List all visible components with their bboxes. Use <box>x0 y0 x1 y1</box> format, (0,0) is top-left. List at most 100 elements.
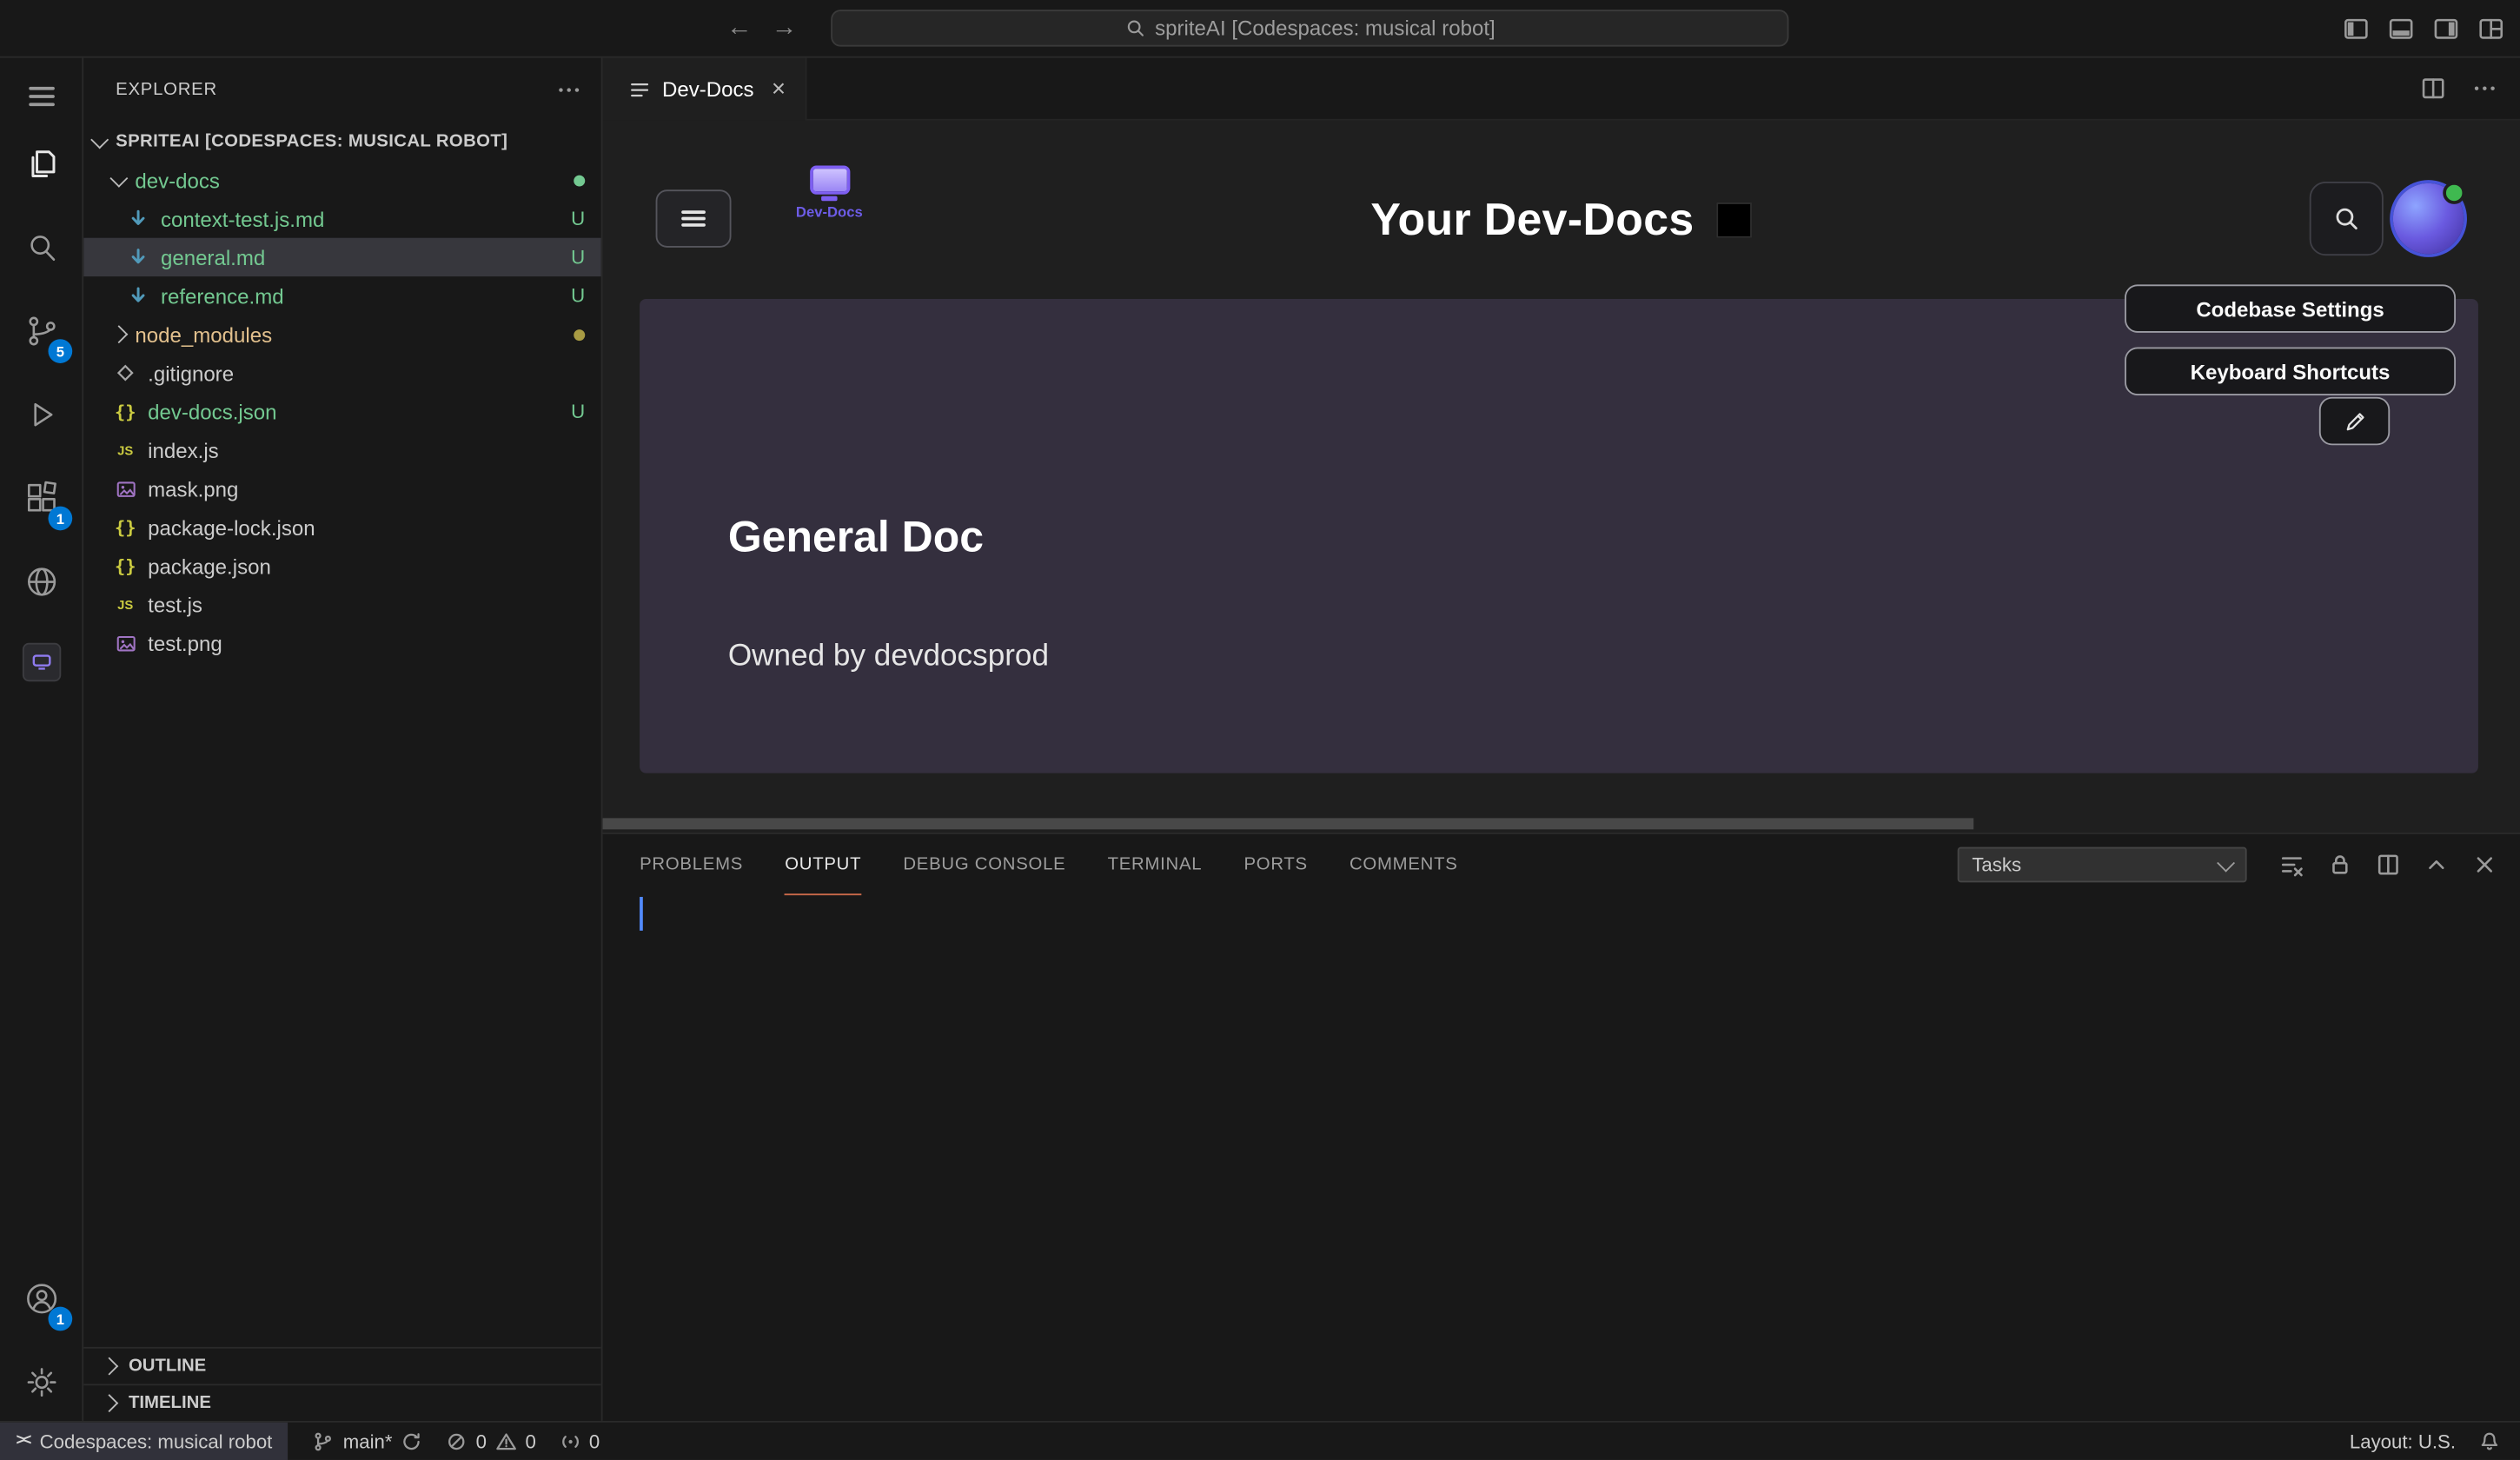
file-dev-docs-json[interactable]: {} dev-docs.json U <box>83 392 601 430</box>
file-index-js[interactable]: JS index.js <box>83 431 601 469</box>
application-menu-button[interactable] <box>0 68 83 126</box>
tab-problems[interactable]: PROBLEMS <box>640 834 743 895</box>
toggle-panel-icon[interactable] <box>2388 16 2414 42</box>
settings-button[interactable] <box>0 1353 83 1411</box>
tab-ports[interactable]: PORTS <box>1243 834 1307 895</box>
accounts-button[interactable]: 1 <box>0 1270 83 1328</box>
tab-dev-docs[interactable]: Dev-Docs × <box>603 58 807 121</box>
file-general-md[interactable]: general.md U <box>83 238 601 276</box>
lock-scroll-icon[interactable] <box>2327 852 2353 878</box>
command-center-text: spriteAI [Codespaces: musical robot] <box>1155 16 1495 40</box>
notifications-button[interactable] <box>2467 1422 2520 1460</box>
git-icon <box>112 360 138 386</box>
close-panel-icon[interactable] <box>2472 852 2498 878</box>
webview-search-button[interactable] <box>2310 182 2384 256</box>
file-context-test-js-md[interactable]: context-test.js.md U <box>83 199 601 237</box>
file-gitignore[interactable]: .gitignore <box>83 354 601 392</box>
problems-status-item[interactable]: 0 0 <box>434 1422 547 1460</box>
devdocs-tab-icon <box>628 78 651 101</box>
sidebar-item-explorer[interactable] <box>0 135 83 193</box>
sidebar-item-devdocs-extension[interactable] <box>0 634 83 692</box>
file-package-json[interactable]: {} package.json <box>83 547 601 585</box>
run-debug-icon <box>23 395 61 434</box>
toggle-sidebar-icon[interactable] <box>2344 16 2370 42</box>
missing-emoji-box <box>1716 202 1752 238</box>
layout-status-item[interactable]: Layout: U.S. <box>2338 1422 2467 1460</box>
git-branch-item[interactable]: main* <box>302 1422 434 1460</box>
remote-indicator[interactable]: >< Codespaces: musical robot <box>0 1422 288 1460</box>
files-icon <box>23 144 61 182</box>
status-bar-right: Layout: U.S. <box>2338 1422 2520 1460</box>
forward-button[interactable]: → <box>772 15 798 43</box>
panel-tab-bar: PROBLEMS OUTPUT DEBUG CONSOLE TERMINAL P… <box>603 834 2520 895</box>
outline-section-header[interactable]: OUTLINE <box>83 1347 601 1384</box>
command-center-search[interactable]: spriteAI [Codespaces: musical robot] <box>831 10 1788 47</box>
sidebar-item-github[interactable] <box>0 553 83 611</box>
more-actions-icon[interactable] <box>2472 76 2498 102</box>
sidebar-item-extensions[interactable]: 1 <box>0 469 83 528</box>
close-tab-icon[interactable]: × <box>772 76 786 103</box>
codebase-settings-button[interactable]: Codebase Settings <box>2125 284 2456 332</box>
git-untracked-badge: U <box>571 284 585 307</box>
tab-terminal[interactable]: TERMINAL <box>1108 834 1203 895</box>
ports-status-item[interactable]: 0 <box>547 1422 611 1460</box>
tab-debug-console[interactable]: DEBUG CONSOLE <box>903 834 1065 895</box>
editor-actions <box>2420 58 2520 119</box>
output-cursor <box>640 897 643 931</box>
chevron-right-icon <box>109 325 128 343</box>
tab-output[interactable]: OUTPUT <box>785 834 861 895</box>
json-icon: {} <box>112 399 138 425</box>
keyboard-shortcuts-button[interactable]: Keyboard Shortcuts <box>2125 347 2456 395</box>
layout-controls <box>2344 0 2504 58</box>
timeline-section-header[interactable]: TIMELINE <box>83 1384 601 1421</box>
online-status-dot <box>2443 182 2465 204</box>
edit-button[interactable] <box>2319 397 2390 445</box>
page-title: Your Dev-Docs <box>1370 195 1694 246</box>
clear-output-icon[interactable] <box>2279 852 2305 878</box>
file-test-js[interactable]: JS test.js <box>83 585 601 623</box>
git-untracked-badge: U <box>571 208 585 230</box>
title-bar: ← → spriteAI [Codespaces: musical robot] <box>0 0 2520 58</box>
doc-owner: Owned by devdocsprod <box>728 640 1049 675</box>
accounts-badge: 1 <box>48 1307 72 1331</box>
doc-title: General Doc <box>728 513 984 562</box>
devdocs-logo-image <box>809 165 849 194</box>
remote-icon: >< <box>16 1432 28 1450</box>
sidebar-item-run-debug[interactable] <box>0 386 83 444</box>
warning-icon <box>494 1430 517 1452</box>
split-editor-icon[interactable] <box>2420 76 2446 102</box>
sidebar-item-source-control[interactable]: 5 <box>0 302 83 361</box>
file-package-lock-json[interactable]: {} package-lock.json <box>83 508 601 546</box>
toggle-secondary-sidebar-icon[interactable] <box>2433 16 2459 42</box>
explorer-title: EXPLORER <box>116 80 217 99</box>
folder-dev-docs[interactable]: dev-docs <box>83 161 601 199</box>
activity-bar: 5 1 1 <box>0 58 83 1421</box>
image-icon <box>112 630 138 656</box>
horizontal-scrollbar[interactable] <box>603 818 1974 829</box>
json-icon: {} <box>112 514 138 541</box>
customize-layout-icon[interactable] <box>2478 16 2504 42</box>
git-untracked-badge: U <box>571 246 585 269</box>
file-mask-png[interactable]: mask.png <box>83 469 601 508</box>
chevron-right-icon <box>100 1357 118 1376</box>
devdocs-webview: General Doc Owned by devdocsprod Dev-Doc… <box>603 121 2520 833</box>
folder-node-modules[interactable]: node_modules <box>83 315 601 354</box>
gear-icon <box>23 1363 61 1401</box>
split-panel-icon[interactable] <box>2376 852 2402 878</box>
bottom-panel: PROBLEMS OUTPUT DEBUG CONSOLE TERMINAL P… <box>603 833 2520 1421</box>
explorer-more-actions-icon[interactable] <box>556 77 582 103</box>
output-channel-select[interactable]: Tasks <box>1958 847 2247 883</box>
image-icon <box>112 475 138 501</box>
tree-root-spriteai[interactable]: SPRITEAI [CODESPACES: MUSICAL ROBOT] <box>83 123 601 161</box>
tab-comments[interactable]: COMMENTS <box>1350 834 1458 895</box>
json-icon: {} <box>112 553 138 579</box>
file-test-png[interactable]: test.png <box>83 624 601 662</box>
chevron-down-icon <box>90 130 109 149</box>
branch-icon <box>313 1430 335 1452</box>
sidebar-item-search[interactable] <box>0 219 83 277</box>
sidebar-sections: OUTLINE TIMELINE <box>83 1347 601 1421</box>
maximize-panel-icon[interactable] <box>2424 852 2450 878</box>
user-avatar[interactable] <box>2393 183 2464 254</box>
file-reference-md[interactable]: reference.md U <box>83 276 601 315</box>
back-button[interactable]: ← <box>726 15 753 43</box>
